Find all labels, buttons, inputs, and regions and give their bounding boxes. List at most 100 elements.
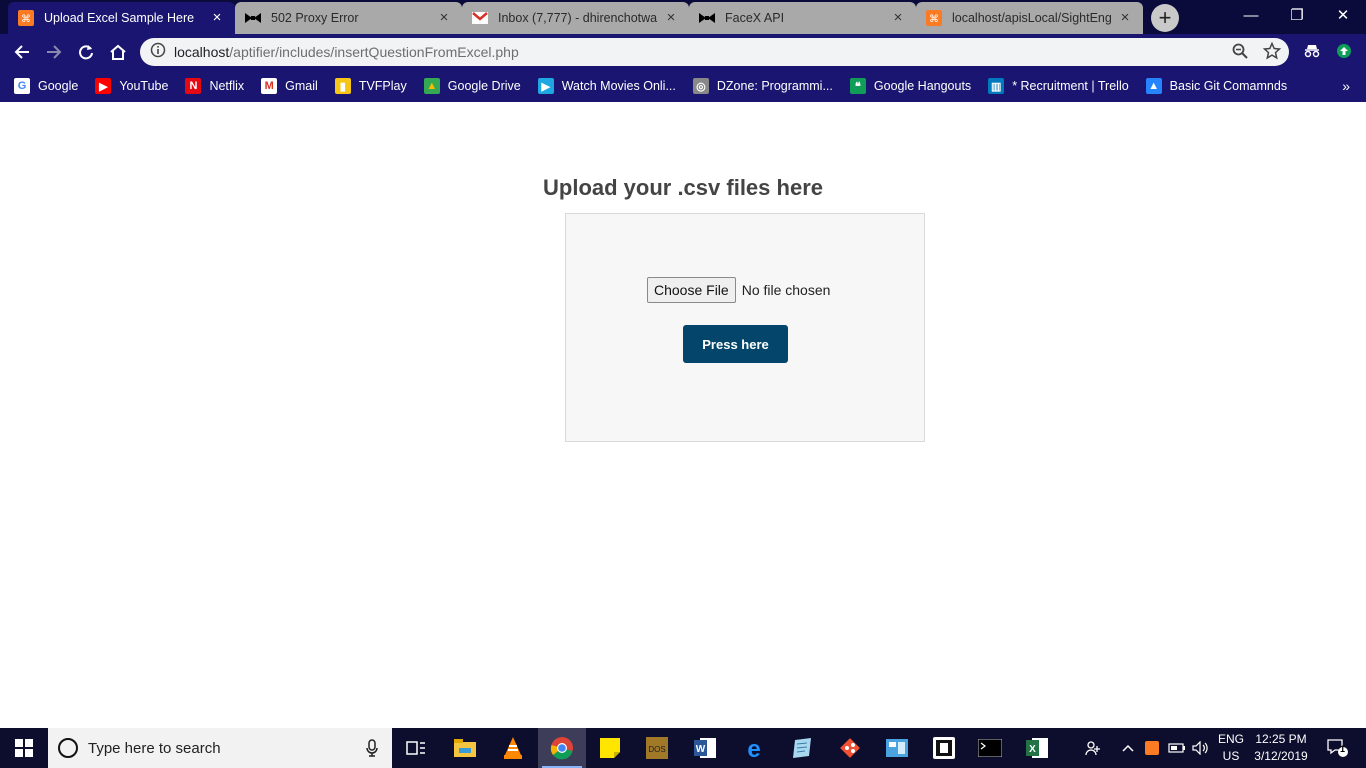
- tab-sightengine[interactable]: ⌘ localhost/apisLocal/SightEngine ×: [916, 2, 1143, 34]
- bowtie-icon: [699, 10, 715, 26]
- bookmark-play[interactable]: ▶ Watch Movies Onli...: [537, 78, 676, 94]
- svg-text:W: W: [696, 744, 706, 755]
- taskbar: Type here to search DOS W e X ENG US 12:…: [0, 728, 1366, 768]
- google-icon: G: [14, 78, 30, 94]
- bookmark-youtube[interactable]: ▶ YouTube: [95, 78, 168, 94]
- bookmark-label: Google Hangouts: [873, 79, 972, 93]
- edge-icon[interactable]: e: [730, 728, 778, 768]
- bookmark-atlassian[interactable]: ▲ Basic Git Comamnds: [1145, 78, 1287, 94]
- bookmark-trello[interactable]: ▥ * Recruitment | Trello: [988, 78, 1129, 94]
- drive-icon: ▲: [423, 78, 440, 94]
- bookmark-gmail[interactable]: M Gmail: [261, 78, 318, 94]
- svg-text:X: X: [1029, 744, 1036, 755]
- minimize-button[interactable]: —: [1228, 0, 1274, 30]
- chevron-up-icon[interactable]: [1118, 728, 1138, 768]
- bookmark-label: Gmail: [285, 79, 318, 93]
- url-text[interactable]: localhost/aptifier/includes/insertQuesti…: [174, 44, 519, 60]
- tab-title: Upload Excel Sample Here: [44, 11, 195, 25]
- svg-text:DOS: DOS: [648, 745, 665, 754]
- back-arrow-icon: [14, 45, 29, 59]
- task-view-icon[interactable]: [392, 728, 440, 768]
- microphone-icon[interactable]: [366, 739, 378, 762]
- reload-icon: [79, 45, 93, 60]
- git-icon[interactable]: [826, 728, 874, 768]
- bookmark-google[interactable]: G Google: [14, 78, 78, 94]
- file-explorer-icon[interactable]: [441, 728, 489, 768]
- cortana-icon: [58, 738, 78, 758]
- bookmark-tvfplay[interactable]: ▮ TVFPlay: [334, 78, 407, 94]
- volume-icon[interactable]: [1190, 728, 1212, 768]
- windows-icon: [15, 739, 33, 757]
- tab-strip: ⌘ Upload Excel Sample Here × 502 Proxy E…: [0, 0, 1366, 34]
- bookmark-hangouts[interactable]: ❝ Google Hangouts: [849, 78, 972, 94]
- page-title: Upload your .csv files here: [543, 175, 823, 200]
- tab-upload-excel[interactable]: ⌘ Upload Excel Sample Here ×: [8, 2, 235, 34]
- dosbox-icon[interactable]: DOS: [633, 728, 681, 768]
- excel-icon[interactable]: X: [1013, 728, 1061, 768]
- file-input[interactable]: Choose File No file chosen: [647, 277, 830, 303]
- chrome-icon[interactable]: [538, 728, 586, 768]
- submit-button[interactable]: Press here: [683, 325, 788, 363]
- tab-proxy-error[interactable]: 502 Proxy Error ×: [235, 2, 462, 34]
- netflix-icon: N: [185, 78, 202, 94]
- start-button[interactable]: [0, 728, 48, 768]
- bowtie-icon: [245, 10, 261, 26]
- bookmarks-overflow-button[interactable]: »: [1342, 78, 1350, 94]
- xampp-icon: ⌘: [926, 10, 942, 26]
- search-placeholder: Type here to search: [88, 739, 221, 757]
- home-button[interactable]: [104, 38, 132, 66]
- bookmark-dzone[interactable]: ◎ DZone: Programmi...: [692, 78, 833, 94]
- bookmark-label: TVFPlay: [358, 79, 407, 93]
- new-tab-button[interactable]: +: [1151, 4, 1179, 32]
- dzone-icon: ◎: [692, 78, 709, 94]
- remote-icon[interactable]: [920, 728, 968, 768]
- file-status-text: No file chosen: [741, 282, 831, 298]
- notification-icon[interactable]: 1: [1320, 728, 1356, 768]
- taskbar-search[interactable]: Type here to search: [48, 728, 392, 768]
- choose-file-button[interactable]: Choose File: [647, 277, 736, 303]
- home-icon: [110, 44, 126, 60]
- sticky-notes-icon[interactable]: [586, 728, 634, 768]
- forward-button[interactable]: [40, 38, 68, 66]
- word-icon[interactable]: W: [681, 728, 729, 768]
- control-panel-icon[interactable]: [873, 728, 921, 768]
- back-button[interactable]: [8, 38, 36, 66]
- notepad-icon[interactable]: [778, 728, 826, 768]
- restore-button[interactable]: ❐: [1274, 0, 1320, 30]
- youtube-icon: ▶: [95, 78, 112, 94]
- xampp-icon: ⌘: [18, 10, 34, 26]
- people-icon[interactable]: [1080, 728, 1106, 768]
- xampp-tray-icon[interactable]: [1142, 728, 1162, 768]
- bookmark-star-icon[interactable]: [1261, 40, 1283, 62]
- reload-button[interactable]: [72, 38, 100, 66]
- clock[interactable]: 12:25 PM 3/12/2019: [1244, 731, 1318, 765]
- update-icon[interactable]: [1333, 40, 1355, 62]
- bookmark-label: Google: [38, 79, 79, 93]
- tab-inbox[interactable]: Inbox (7,777) - dhirenchotwani ×: [462, 2, 689, 34]
- tab-close-icon[interactable]: ×: [890, 10, 906, 26]
- bookmark-label: YouTube: [119, 79, 169, 93]
- info-icon[interactable]: [150, 42, 166, 63]
- upload-form: Choose File No file chosen Press here: [565, 213, 925, 442]
- tab-close-icon[interactable]: ×: [209, 10, 225, 26]
- gmail-icon: M: [261, 78, 278, 94]
- tab-close-icon[interactable]: ×: [663, 10, 679, 26]
- bookmark-netflix[interactable]: N Netflix: [185, 78, 244, 94]
- tab-title: localhost/apisLocal/SightEngine: [952, 11, 1111, 25]
- battery-icon[interactable]: [1166, 728, 1188, 768]
- language-indicator[interactable]: ENG US: [1214, 731, 1248, 765]
- zoom-icon[interactable]: [1229, 40, 1251, 62]
- tab-facex[interactable]: FaceX API ×: [689, 2, 916, 34]
- incognito-icon[interactable]: [1301, 40, 1323, 62]
- tab-close-icon[interactable]: ×: [436, 10, 452, 26]
- bookmark-drive[interactable]: ▲ Google Drive: [423, 78, 521, 94]
- svg-text:⌘: ⌘: [929, 14, 939, 25]
- close-window-button[interactable]: ✕: [1320, 0, 1366, 30]
- terminal-icon[interactable]: [966, 728, 1014, 768]
- vlc-icon[interactable]: [489, 728, 537, 768]
- tab-title: Inbox (7,777) - dhirenchotwani: [498, 11, 657, 25]
- atlassian-icon: ▲: [1145, 78, 1162, 94]
- address-bar[interactable]: localhost/aptifier/includes/insertQuesti…: [140, 38, 1289, 66]
- tab-close-icon[interactable]: ×: [1117, 10, 1133, 26]
- bookmark-label: Netflix: [209, 79, 245, 93]
